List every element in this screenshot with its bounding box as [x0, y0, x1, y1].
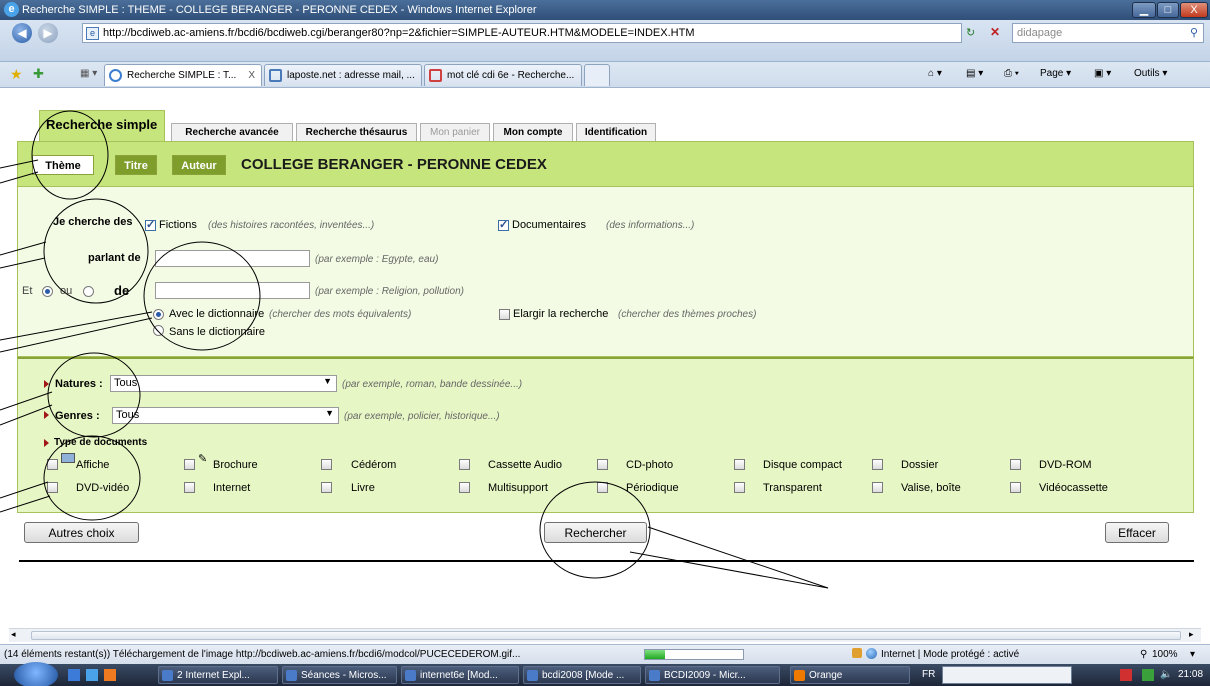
google-search-box[interactable] — [942, 666, 1072, 684]
annotation-line — [647, 526, 829, 589]
zoom-dropdown-icon[interactable]: ▾ — [1190, 649, 1195, 660]
taskbar-item[interactable]: Orange — [790, 666, 910, 684]
tray-icon[interactable] — [1120, 669, 1132, 681]
zone-text: Internet | Mode protégé : activé — [881, 649, 1020, 660]
scroll-thumb[interactable] — [31, 631, 1181, 640]
word-icon — [649, 670, 660, 681]
protected-mode-icon — [852, 648, 862, 658]
progress-bar — [644, 649, 744, 660]
annotation-line — [0, 311, 153, 341]
word-icon — [527, 670, 538, 681]
orange-icon — [794, 670, 805, 681]
annotation-circle — [539, 481, 651, 579]
volume-icon[interactable]: 🔈 — [1160, 669, 1172, 680]
word-icon — [405, 670, 416, 681]
clock: 21:08 — [1178, 669, 1204, 680]
annotation-line — [0, 391, 53, 411]
annotation-circle — [143, 241, 261, 351]
taskbar-item[interactable]: 2 Internet Expl... — [158, 666, 278, 684]
ie-icon — [162, 670, 173, 681]
language-indicator[interactable]: FR — [922, 669, 935, 680]
horizontal-scrollbar[interactable]: ◂ ▸ — [9, 628, 1201, 642]
annotation-circle — [43, 435, 141, 521]
show-desktop-icon[interactable] — [68, 669, 80, 681]
start-button[interactable] — [14, 662, 58, 686]
taskbar: 2 Internet Expl... Séances - Micros... i… — [0, 662, 1210, 686]
annotation-line — [0, 257, 46, 269]
status-bar: (14 éléments restant(s)) Téléchargement … — [0, 644, 1210, 664]
annotation-line — [0, 481, 49, 499]
network-icon[interactable] — [1142, 669, 1154, 681]
annotation-line — [0, 241, 47, 256]
annotation-line — [0, 495, 51, 513]
taskbar-item[interactable]: Séances - Micros... — [282, 666, 397, 684]
zoom-icon[interactable]: ⚲ — [1140, 649, 1147, 660]
quicklaunch-ie-icon[interactable] — [86, 669, 98, 681]
taskbar-item[interactable]: BCDI2009 - Micr... — [645, 666, 780, 684]
word-icon — [286, 670, 297, 681]
scroll-left-icon[interactable]: ◂ — [11, 629, 16, 640]
quicklaunch-media-icon[interactable] — [104, 669, 116, 681]
annotation-overlay — [0, 110, 829, 589]
annotation-line — [0, 317, 153, 353]
annotation-line — [0, 171, 39, 184]
annotation-line — [629, 551, 829, 589]
status-text: (14 éléments restant(s)) Téléchargement … — [4, 649, 521, 660]
annotation-circle — [43, 198, 149, 304]
zoom-level[interactable]: 100% — [1152, 649, 1178, 660]
progress-fill — [645, 650, 665, 659]
taskbar-item[interactable]: internet6e [Mod... — [401, 666, 519, 684]
annotation-line — [0, 404, 53, 426]
scroll-right-icon[interactable]: ▸ — [1189, 629, 1194, 640]
annotation-circle — [47, 352, 141, 438]
taskbar-item[interactable]: bcdi2008 [Mode ... — [523, 666, 641, 684]
annotation-circle — [31, 110, 109, 200]
globe-icon — [866, 648, 877, 659]
